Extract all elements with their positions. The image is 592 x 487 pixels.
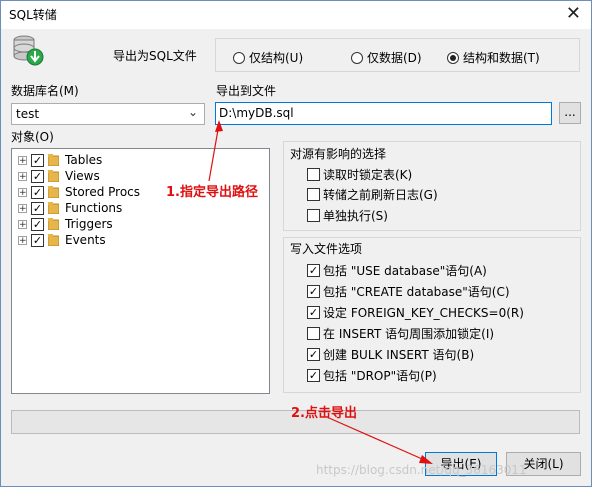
watermark: https://blog.csdn.net/qq_36163011 bbox=[316, 463, 527, 477]
annotation-arrow-2 bbox=[328, 417, 430, 463]
annotation-step-1: 1.指定导出路径 bbox=[166, 185, 258, 200]
sql-dump-dialog: SQL转储 ✕ 导出为SQL文件 仅结构(U) 仅数据(D) 结构和数据(T) … bbox=[0, 0, 592, 487]
annotation-step-2: 2.点击导出 bbox=[291, 406, 357, 421]
annotation-arrow-1-head bbox=[215, 120, 223, 132]
annotation-arrow-1 bbox=[208, 123, 220, 182]
